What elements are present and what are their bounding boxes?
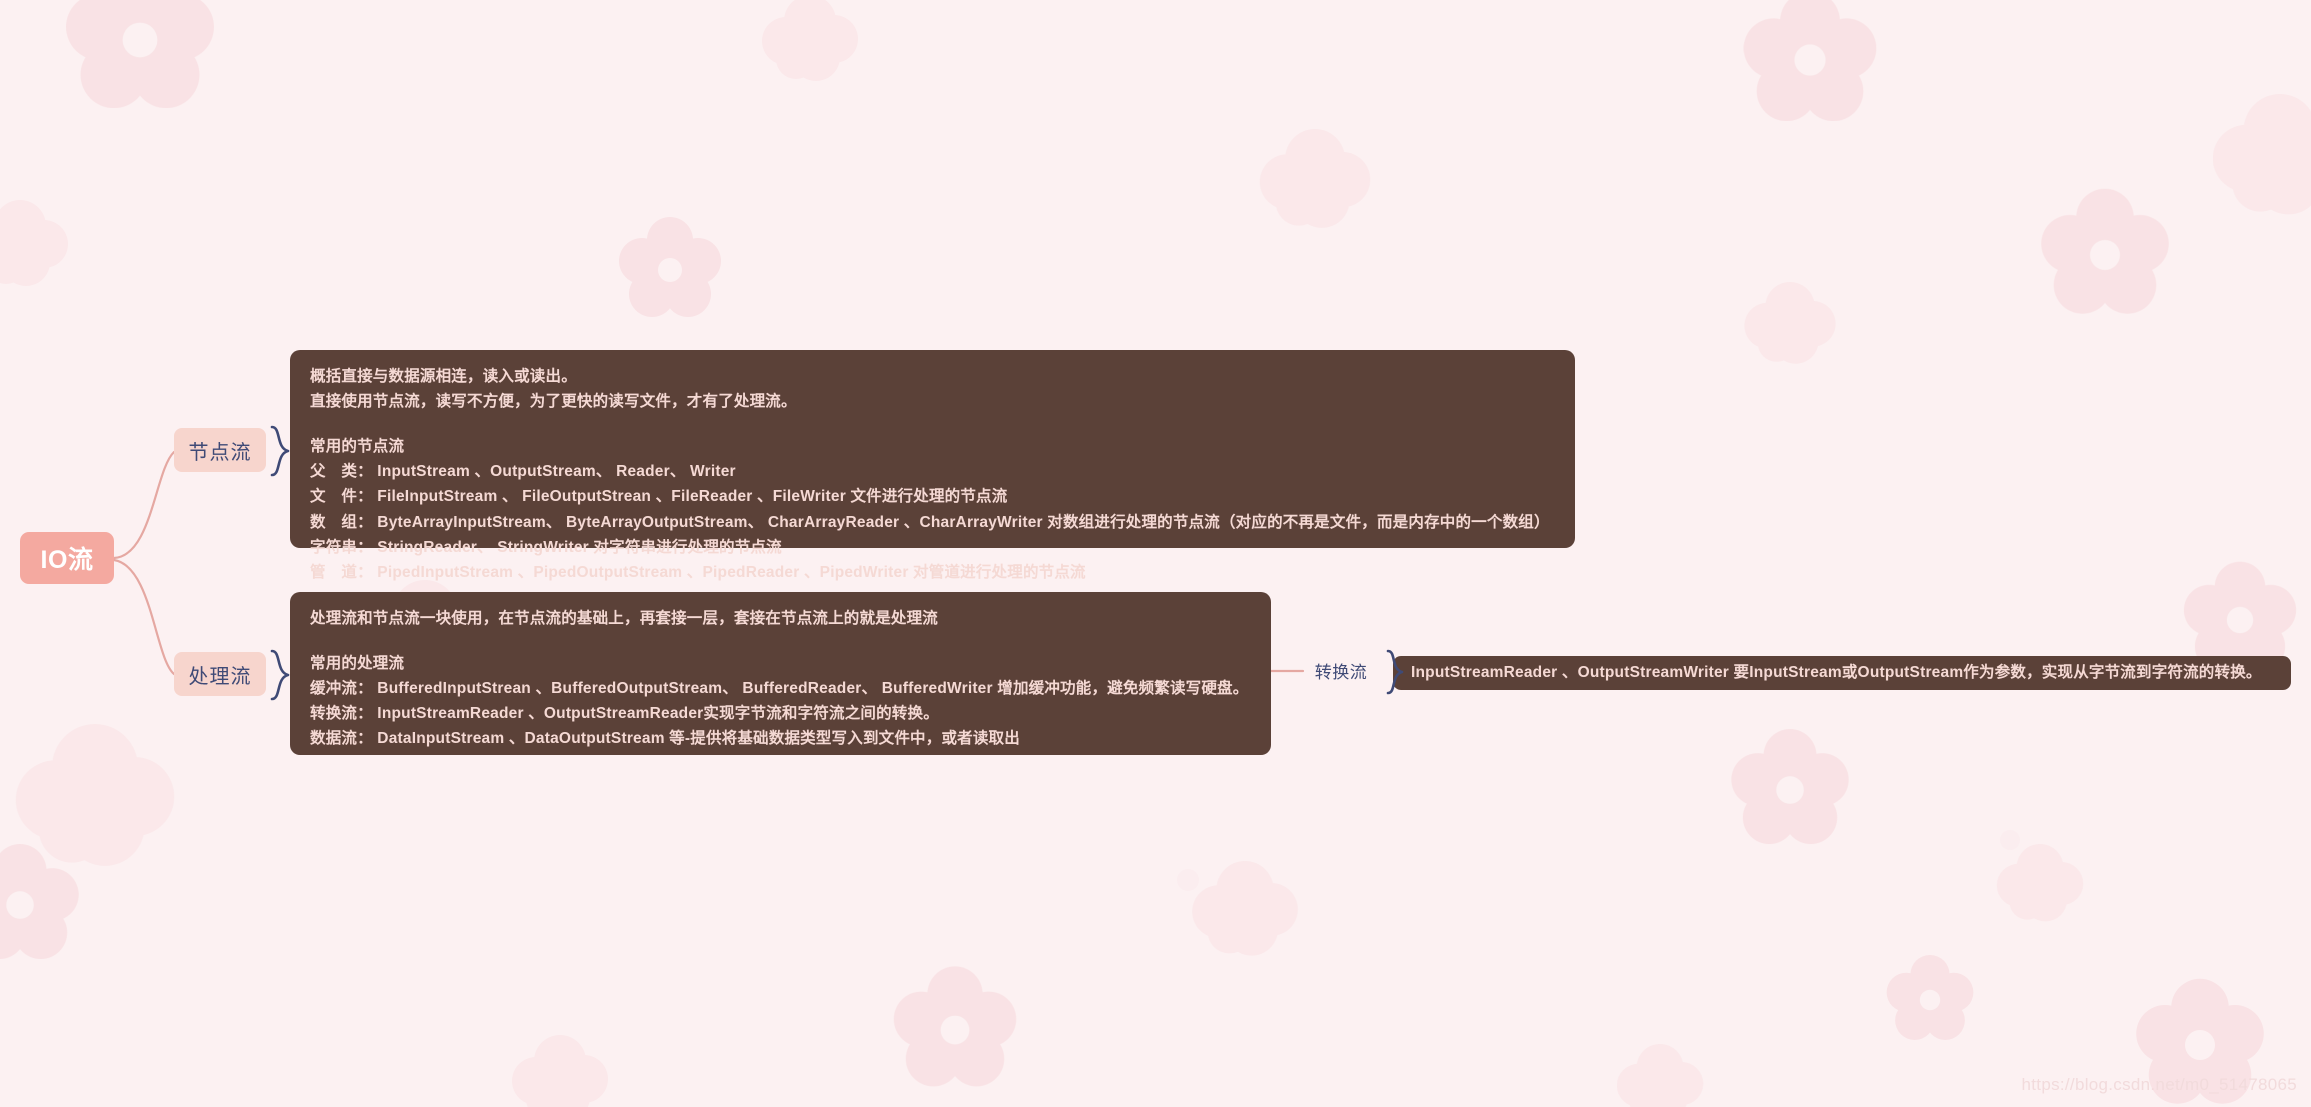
content-line: 处理流和节点流一块使用，在节点流的基础上，再套接一层，套接在节点流上的就是处理流 [310, 610, 939, 627]
content-line: 管 道： PipedInputStream 、PipedOutputStream… [310, 563, 1086, 581]
branch-node-jiedianliu[interactable]: 节点流 [174, 428, 266, 472]
branch-node-chuliliu[interactable]: 处理流 [174, 652, 266, 696]
content-line: 直接使用节点流，读写不方便，为了更快的读写文件，才有了处理流。 [310, 393, 797, 411]
content-box-node-streams: 概括直接与数据源相连，读入或读出。 直接使用节点流，读写不方便，为了更快的读写文… [290, 350, 1575, 581]
content-box-convert-streams: InputStreamReader 、OutputStreamWriter 要I… [1393, 656, 2291, 690]
content-line: 数 组： ByteArrayInputStream、 ByteArrayOutp… [310, 513, 1550, 531]
content-line: 父 类： InputStream 、OutputStream、 Reader、 … [310, 463, 736, 481]
branch-node-label: 处理流 [188, 665, 252, 688]
node-label: 转换流 [1314, 662, 1368, 682]
mindmap-canvas: IO流 节点流 处理流 转换流 概括直接与数据源相连，读入或读出。 直接使用节点… [0, 0, 2311, 1107]
root-node-label: IO流 [40, 546, 94, 574]
content-line: 文 件： FileInputStream 、 FileOutputStrean … [310, 488, 1008, 506]
watermark: https://blog.csdn.net/m0_51478065 [2021, 1075, 2297, 1094]
content-spacer [310, 414, 1555, 434]
content-line: InputStreamReader 、OutputStreamWriter 要I… [1411, 664, 2262, 682]
content-line: 常用的处理流 [310, 655, 405, 673]
content-line: 转换流： InputStreamReader 、OutputStreamRead… [310, 705, 939, 723]
connector-root-to-chuliliu [112, 558, 176, 676]
content-line: 缓冲流： BufferedInputStrean 、BufferedOutput… [310, 680, 1249, 698]
content-spacer [310, 631, 1251, 651]
branch-node-label: 节点流 [188, 441, 252, 464]
content-line: 字符串： StringReader、 StringWriter 对字符串进行处理… [310, 538, 782, 556]
content-box-process-streams: 处理流和节点流一块使用，在节点流的基础上，再套接一层，套接在节点流上的就是处理流… [290, 592, 1271, 755]
content-line: 常用的节点流 [310, 438, 405, 456]
connector-root-to-jiedianliu [112, 450, 176, 560]
content-line: 概括直接与数据源相连，读入或读出。 [310, 368, 577, 385]
root-node-io-stream[interactable]: IO流 [20, 532, 114, 584]
node-zhuanhuanliu[interactable]: 转换流 [1303, 655, 1379, 685]
content-line: 数据流： DataInputStream 、DataOutputStream 等… [310, 730, 1020, 748]
